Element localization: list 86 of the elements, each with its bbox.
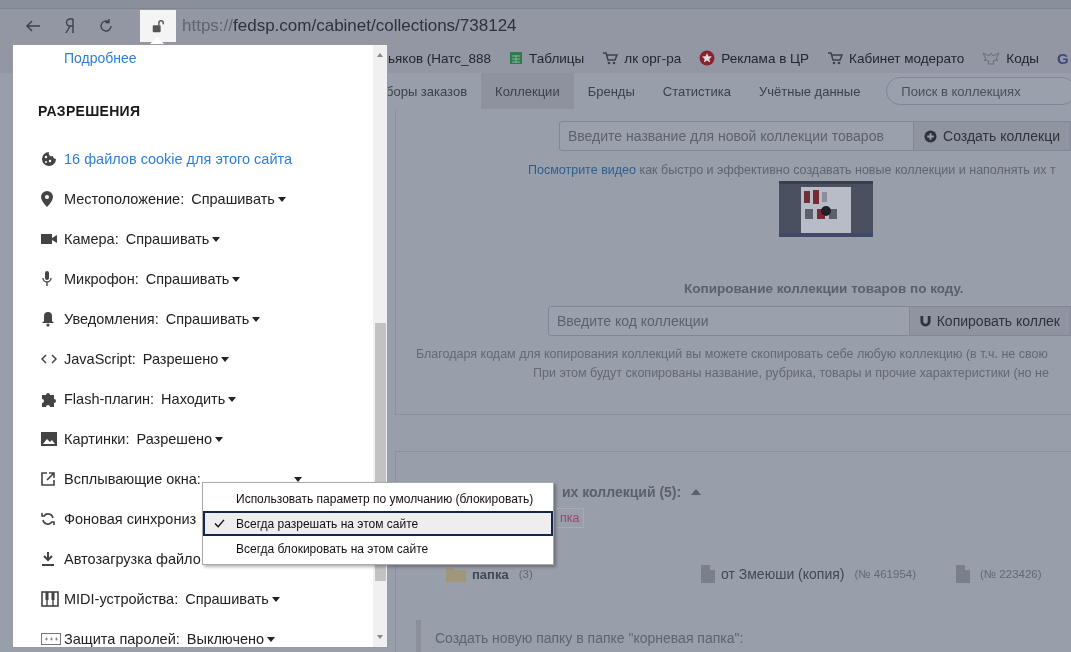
input-field[interactable]: Введите название для новой коллекции товаров [559, 121, 915, 151]
section-heading: Копирование коллекции товаров по коду. [684, 281, 965, 296]
permission-label: Камера: [64, 231, 119, 247]
nav-tab[interactable]: Учётные данные [745, 73, 875, 109]
permission-label: JavaScript: [64, 351, 136, 367]
permission-value[interactable]: Спрашивать [185, 591, 269, 607]
password-field-icon [41, 633, 61, 645]
bookmark[interactable]: лк орг-ра [602, 50, 682, 66]
permission-value[interactable]: Разрешено [142, 351, 219, 367]
yandex-icon[interactable] [64, 18, 76, 34]
permission-value[interactable]: Спрашивать [191, 191, 275, 207]
back-icon[interactable] [24, 18, 42, 34]
permissions-heading: РАЗРЕШЕНИЯ [38, 103, 142, 119]
cookie-icon [41, 151, 57, 167]
copy-button[interactable]: Копировать коллек [909, 306, 1071, 336]
bookmark[interactable]: Реклама в ЦР [699, 50, 810, 66]
section-heading: их коллекций (5): [562, 484, 682, 500]
permission-value[interactable]: Находить [161, 391, 226, 407]
permission-label: Всплывающие окна: [64, 471, 201, 487]
external-window-icon [41, 472, 55, 486]
menu-option[interactable]: Всегда блокировать на этом сайте [203, 536, 553, 561]
permission-label: Микрофон: [64, 271, 139, 287]
permission-label: Картинки: [64, 431, 130, 447]
bookmark[interactable]: Таблицы [509, 50, 585, 66]
item-name[interactable]: папка [472, 566, 509, 582]
permission-label: Автозагрузка файло [64, 551, 201, 567]
caret-icon[interactable] [215, 436, 224, 442]
permission-label: Flash-плагин: [64, 391, 155, 407]
magnet-icon [919, 314, 931, 328]
permission-value[interactable]: Выключено [186, 631, 265, 647]
permission-value[interactable]: Спрашивать [145, 271, 230, 287]
more-link[interactable]: Подробнее [64, 50, 137, 66]
lock-icon [151, 19, 165, 33]
create-button[interactable]: Создать коллекци [914, 121, 1071, 151]
location-pin-icon [41, 191, 53, 207]
video-camera-icon [41, 233, 57, 245]
bookmark[interactable]: Кабинет модерато [827, 50, 965, 66]
plus-icon [924, 129, 938, 143]
input-field[interactable]: Введите код коллекции [548, 306, 910, 336]
permission-label: Защита паролей: [64, 631, 180, 647]
bookmark[interactable]: ьяков (Натс_888 [388, 50, 492, 66]
permission-label: MIDI-устройства: [64, 591, 179, 607]
cart-icon [827, 51, 844, 65]
code-icon [41, 353, 57, 365]
cart-icon [602, 51, 619, 65]
bookmark[interactable]: Коды [982, 50, 1039, 66]
reload-icon[interactable] [98, 18, 114, 34]
caret-icon[interactable] [232, 276, 241, 282]
permission-value[interactable]: Разрешено [136, 431, 213, 447]
menu-option[interactable]: Всегда разрешать на этом сайте [203, 511, 553, 536]
caret-icon[interactable] [277, 196, 286, 202]
cookies-link[interactable]: 16 файлов cookie для этого сайта [64, 151, 293, 167]
microphone-icon [41, 271, 53, 287]
sync-icon [41, 512, 55, 526]
caret-icon[interactable] [221, 356, 230, 362]
bookmark[interactable]: G [1056, 49, 1069, 67]
address-bar[interactable]: https://fedsp.com/cabinet/collections/738124 [182, 16, 517, 36]
permission-label: Фоновая синхрониз [64, 511, 197, 527]
caret-icon[interactable] [271, 596, 280, 602]
sheet-icon [509, 51, 524, 65]
download-icon [41, 552, 55, 566]
caret-icon[interactable] [212, 236, 221, 242]
caret-icon[interactable] [267, 636, 276, 642]
permission-label: Местоположение: [64, 191, 185, 207]
new-folder-text: Создать новую папку в папке "корневая папка": [435, 630, 744, 646]
bell-icon [41, 311, 55, 327]
permission-value[interactable]: Спрашивать [165, 311, 250, 327]
nav-tab[interactable]: Коллекции [481, 73, 574, 109]
star-icon [699, 50, 716, 66]
permission-label: Уведомления: [64, 311, 159, 327]
image-icon [41, 432, 57, 446]
scroll-up-icon[interactable] [377, 53, 383, 57]
caret-icon[interactable] [252, 316, 261, 322]
nav-tab[interactable]: Статистика [648, 73, 746, 109]
item-name[interactable]: от Змеюши (копия) [721, 566, 845, 582]
check-icon [214, 519, 225, 528]
search-field[interactable]: Поиск в коллекциях [886, 77, 1071, 105]
caret-icon[interactable] [228, 396, 237, 402]
scroll-down-icon[interactable] [377, 635, 383, 639]
nav-tab[interactable]: Бренды [573, 73, 649, 109]
piano-keys-icon [41, 591, 59, 607]
menu-option[interactable]: Использовать параметр по умолчанию (блокировать) [203, 486, 553, 511]
puzzle-icon [41, 391, 57, 407]
permission-value[interactable]: Спрашивать [125, 231, 210, 247]
eagle-icon [982, 51, 1001, 65]
site-info-button[interactable] [140, 10, 176, 42]
